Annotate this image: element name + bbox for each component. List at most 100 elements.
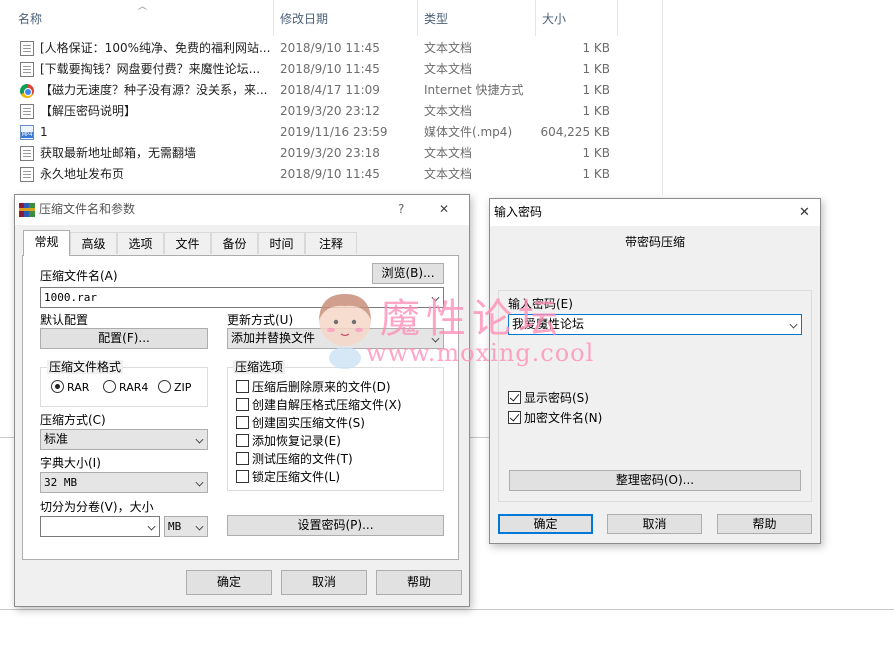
- lock-archive-checkbox[interactable]: [236, 470, 249, 483]
- file-row[interactable]: [下载要掏钱？网盘要付费？来魔性论坛... 2018/9/10 11:45 文本…: [0, 59, 663, 80]
- format-rar-radio[interactable]: [51, 380, 64, 393]
- column-header-size[interactable]: 大小: [536, 0, 618, 36]
- file-size: 1 KB: [582, 62, 610, 76]
- column-header-date[interactable]: 修改日期: [274, 0, 418, 36]
- encrypt-filenames-checkbox[interactable]: [508, 411, 521, 424]
- file-size: 1 KB: [582, 167, 610, 181]
- solid-checkbox[interactable]: [236, 416, 249, 429]
- chevron-down-icon[interactable]: [147, 522, 156, 531]
- update-mode-value: 添加并替换文件: [231, 331, 316, 345]
- file-size: 604,225 KB: [540, 125, 610, 139]
- archive-options-title: 压缩选项: [233, 360, 286, 374]
- format-rar4-radio[interactable]: [103, 380, 116, 393]
- file-row[interactable]: 永久地址发布页 2018/9/10 11:45 文本文档 1 KB: [0, 164, 663, 185]
- split-volume-label: 切分为分卷(V)，大小: [40, 500, 154, 514]
- file-explorer-list: ︿ 名称 修改日期 类型 大小 [人格保证：100%纯净、免费的福利网站... …: [0, 0, 663, 195]
- update-mode-label: 更新方式(U): [227, 313, 294, 327]
- dialog-titlebar[interactable]: 输入密码 ✕: [490, 199, 820, 226]
- tab-comment[interactable]: 注释: [305, 232, 357, 254]
- tab-time[interactable]: 时间: [258, 232, 305, 254]
- file-type: 文本文档: [424, 146, 473, 160]
- chevron-down-icon[interactable]: [195, 478, 204, 487]
- file-name: 【磁力无速度？种子没有源？没关系，来...: [40, 83, 268, 97]
- compression-method-select[interactable]: 标准: [40, 429, 208, 450]
- tab-backup[interactable]: 备份: [211, 232, 258, 254]
- chevron-down-icon[interactable]: [789, 320, 798, 329]
- browse-button[interactable]: 浏览(B)...: [372, 263, 444, 284]
- help-icon[interactable]: ?: [398, 202, 404, 217]
- dictionary-size-value: 32 MB: [44, 476, 78, 489]
- password-help-button[interactable]: 帮助: [717, 514, 812, 534]
- text-document-icon: [20, 167, 34, 182]
- recovery-record-checkbox[interactable]: [236, 434, 249, 447]
- archive-name-label: 压缩文件名(A): [40, 269, 118, 283]
- mp4-file-icon: [20, 125, 34, 140]
- format-rar4-label: RAR4: [119, 381, 149, 394]
- tab-options[interactable]: 选项: [117, 232, 164, 254]
- sfx-checkbox[interactable]: [236, 398, 249, 411]
- file-row[interactable]: 【磁力无速度？种子没有源？没关系，来... 2018/4/17 11:09 In…: [0, 80, 663, 101]
- file-name: 【解压密码说明】: [40, 104, 137, 118]
- watermark-url: www.moxing.cool: [366, 339, 595, 367]
- file-name: 1: [40, 125, 48, 139]
- test-files-checkbox[interactable]: [236, 452, 249, 465]
- default-profile-label: 默认配置: [40, 313, 89, 327]
- delete-after-checkbox[interactable]: [236, 380, 249, 393]
- split-volume-input[interactable]: [40, 516, 160, 537]
- delete-after-label: 压缩后删除原来的文件(D): [252, 380, 391, 394]
- password-cancel-button[interactable]: 取消: [607, 514, 702, 534]
- close-icon[interactable]: ✕: [439, 202, 449, 217]
- organize-passwords-button[interactable]: 整理密码(O)...: [509, 470, 801, 491]
- file-row[interactable]: [人格保证：100%纯净、免费的福利网站... 2018/9/10 11:45 …: [0, 38, 663, 59]
- archive-name-value: 1000.rar: [44, 291, 97, 304]
- chrome-shortcut-icon: [20, 84, 34, 98]
- column-header-type[interactable]: 类型: [418, 0, 536, 36]
- encrypt-filenames-label: 加密文件名(N): [524, 411, 603, 425]
- file-name: 获取最新地址邮箱，无需翻墙: [40, 146, 197, 160]
- archive-help-button[interactable]: 帮助: [376, 570, 462, 595]
- archive-format-title: 压缩文件格式: [47, 360, 124, 374]
- file-row[interactable]: 【解压密码说明】 2019/3/20 23:12 文本文档 1 KB: [0, 101, 663, 122]
- archive-cancel-button[interactable]: 取消: [281, 570, 367, 595]
- tab-advanced[interactable]: 高级: [70, 232, 117, 254]
- watermark-title: 魔性论坛: [380, 296, 564, 342]
- file-size: 1 KB: [582, 41, 610, 55]
- file-row[interactable]: 1 2019/11/16 23:59 媒体文件(.mp4) 604,225 KB: [0, 122, 663, 143]
- set-password-button[interactable]: 设置密码(P)...: [227, 515, 444, 536]
- archive-ok-button[interactable]: 确定: [186, 570, 272, 595]
- compression-method-label: 压缩方式(C): [40, 413, 106, 427]
- profile-button[interactable]: 配置(F)...: [40, 328, 208, 349]
- file-type: 文本文档: [424, 62, 473, 76]
- show-password-checkbox[interactable]: [508, 391, 521, 404]
- file-row[interactable]: 获取最新地址邮箱，无需翻墙 2019/3/20 23:18 文本文档 1 KB: [0, 143, 663, 164]
- background-divider: [0, 437, 14, 438]
- dictionary-size-select[interactable]: 32 MB: [40, 472, 208, 493]
- sfx-label: 创建自解压格式压缩文件(X): [252, 398, 402, 412]
- column-header-name[interactable]: 名称: [12, 0, 274, 36]
- file-date: 2019/3/20 23:18: [280, 146, 380, 160]
- chevron-down-icon[interactable]: [195, 435, 204, 444]
- background-divider: [0, 609, 894, 610]
- dialog-titlebar[interactable]: 压缩文件名和参数 ? ✕: [15, 195, 469, 225]
- dictionary-size-label: 字典大小(I): [40, 456, 101, 470]
- tab-general[interactable]: 常规: [23, 230, 70, 256]
- chevron-down-icon[interactable]: [195, 522, 204, 531]
- password-ok-button[interactable]: 确定: [498, 514, 593, 534]
- background-divider: [470, 437, 490, 438]
- format-zip-radio[interactable]: [158, 380, 171, 393]
- compression-method-value: 标准: [44, 432, 69, 446]
- solid-label: 创建固实压缩文件(S): [252, 416, 365, 430]
- split-unit-select[interactable]: MB: [164, 516, 208, 537]
- file-date: 2018/4/17 11:09: [280, 83, 380, 97]
- file-date: 2019/3/20 23:12: [280, 104, 380, 118]
- file-date: 2019/11/16 23:59: [280, 125, 388, 139]
- file-size: 1 KB: [582, 146, 610, 160]
- tab-files[interactable]: 文件: [164, 232, 211, 254]
- split-unit-value: MB: [168, 520, 182, 533]
- winrar-icon: [19, 203, 35, 217]
- file-name: 永久地址发布页: [40, 167, 125, 181]
- format-zip-label: ZIP: [174, 381, 192, 394]
- file-type: 文本文档: [424, 167, 473, 181]
- file-name: [人格保证：100%纯净、免费的福利网站...: [40, 41, 271, 55]
- close-icon[interactable]: ✕: [799, 205, 810, 220]
